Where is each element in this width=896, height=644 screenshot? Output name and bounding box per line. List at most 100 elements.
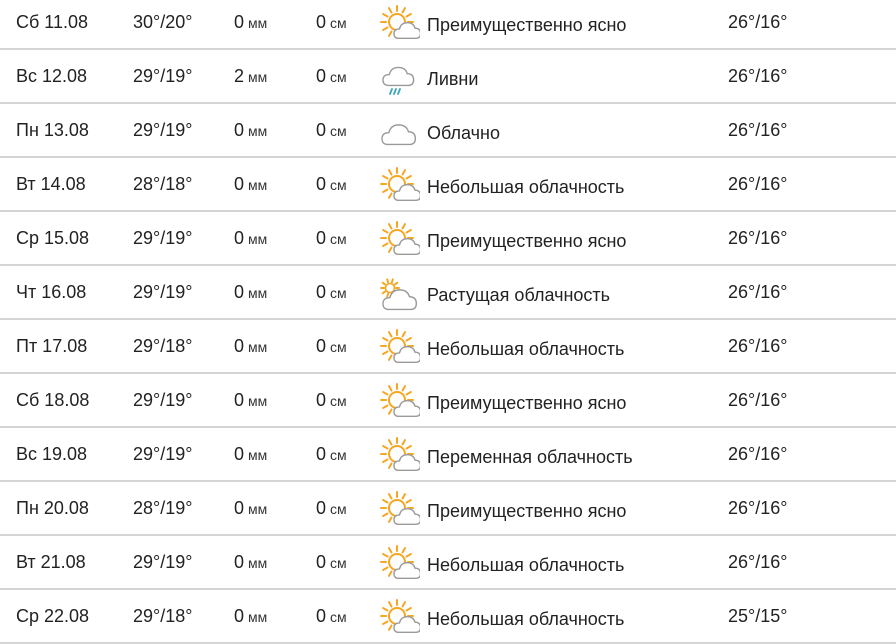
- sun-cloud-icon: [378, 544, 422, 584]
- snow-unit: см: [330, 285, 347, 301]
- climate-norm: 26°/16°: [728, 444, 788, 464]
- forecast-row: Сб 18.08 29°/19° 0 мм 0 см Преимущественно…: [0, 376, 896, 428]
- forecast-row: Ср 15.08 29°/19° 0 мм 0 см Преимущественно…: [0, 214, 896, 266]
- precipitation-snow: 0 см: [316, 442, 347, 467]
- precipitation-rain: 0 мм: [234, 550, 267, 575]
- precipitation-snow: 0 см: [316, 172, 347, 197]
- snow-unit: см: [330, 447, 347, 463]
- day-date: Вс 12.08: [16, 66, 88, 86]
- snow-value: 0: [316, 552, 327, 572]
- snow-value: 0: [316, 228, 327, 248]
- precipitation-rain: 0 мм: [234, 442, 267, 467]
- forecast-row: Чт 16.08 29°/19° 0 мм 0 см Растущая облачн…: [0, 268, 896, 320]
- forecast-row: Пт 17.08 29°/18° 0 мм 0 см Небольшая облач…: [0, 322, 896, 374]
- climate-norm: 26°/16°: [728, 120, 788, 140]
- sun-cloud-icon: [378, 598, 422, 638]
- temperature-max-min: 29°/19°: [133, 552, 193, 572]
- snow-unit: см: [330, 393, 347, 409]
- small-sun-cloud-icon: [378, 274, 420, 314]
- rain-value: 0: [234, 390, 245, 410]
- weather-description: Облачно: [427, 123, 500, 143]
- rain-unit: мм: [248, 15, 268, 31]
- temperature-max-min: 29°/19°: [133, 282, 193, 302]
- precipitation-snow: 0 см: [316, 496, 347, 521]
- rain-unit: мм: [248, 609, 268, 625]
- day-date: Сб 18.08: [16, 390, 90, 410]
- forecast-row: Вс 19.08 29°/19° 0 мм 0 см Переменная обла…: [0, 430, 896, 482]
- sun-cloud-icon: [378, 436, 422, 476]
- weather-description: Преимущественно ясно: [427, 501, 627, 521]
- snow-unit: см: [330, 123, 347, 139]
- day-date: Ср 15.08: [16, 228, 90, 248]
- rain-value: 0: [234, 228, 245, 248]
- rain-value: 2: [234, 66, 245, 86]
- climate-norm: 25°/15°: [728, 606, 788, 626]
- forecast-row: Сб 11.08 30°/20° 0 мм 0 см Преимущественно…: [0, 0, 896, 50]
- rain-unit: мм: [248, 231, 268, 247]
- precipitation-snow: 0 см: [316, 226, 347, 251]
- rain-unit: мм: [248, 339, 268, 355]
- temperature-max-min: 29°/19°: [133, 444, 193, 464]
- rain-unit: мм: [248, 123, 268, 139]
- precipitation-snow: 0 см: [316, 604, 347, 629]
- precipitation-rain: 0 мм: [234, 172, 267, 197]
- sun-cloud-icon: [378, 4, 422, 44]
- rain-unit: мм: [248, 447, 268, 463]
- cloud-icon: [378, 112, 420, 152]
- weather-description: Небольшая облачность: [427, 609, 625, 629]
- climate-norm: 26°/16°: [728, 282, 788, 302]
- climate-norm: 26°/16°: [728, 228, 788, 248]
- precipitation-rain: 0 мм: [234, 280, 267, 305]
- weather-description: Преимущественно ясно: [427, 15, 627, 35]
- temperature-max-min: 29°/18°: [133, 606, 193, 626]
- rain-cloud-icon: [378, 58, 420, 98]
- rain-value: 0: [234, 174, 245, 194]
- day-date: Вс 19.08: [16, 444, 88, 464]
- precipitation-snow: 0 см: [316, 550, 347, 575]
- forecast-row: Вс 12.08 29°/19° 2 мм 0 см Ливни 26°/16°: [0, 52, 896, 104]
- temperature-max-min: 29°/19°: [133, 120, 193, 140]
- rain-unit: мм: [248, 393, 268, 409]
- climate-norm: 26°/16°: [728, 498, 788, 518]
- precipitation-rain: 2 мм: [234, 64, 267, 89]
- snow-value: 0: [316, 282, 327, 302]
- rain-value: 0: [234, 336, 245, 356]
- snow-value: 0: [316, 174, 327, 194]
- climate-norm: 26°/16°: [728, 12, 788, 32]
- forecast-table: Сб 11.08 30°/20° 0 мм 0 см Преимущественно…: [0, 0, 896, 644]
- temperature-max-min: 28°/19°: [133, 498, 193, 518]
- sun-cloud-icon: [378, 166, 422, 206]
- precipitation-snow: 0 см: [316, 334, 347, 359]
- day-date: Вт 14.08: [16, 174, 86, 194]
- snow-value: 0: [316, 390, 327, 410]
- weather-description: Преимущественно ясно: [427, 231, 627, 251]
- rain-value: 0: [234, 444, 245, 464]
- forecast-row: Ср 22.08 29°/18° 0 мм 0 см Небольшая облач…: [0, 592, 896, 644]
- rain-value: 0: [234, 552, 245, 572]
- snow-value: 0: [316, 120, 327, 140]
- temperature-max-min: 29°/18°: [133, 336, 193, 356]
- rain-unit: мм: [248, 69, 268, 85]
- precipitation-rain: 0 мм: [234, 226, 267, 251]
- temperature-max-min: 29°/19°: [133, 66, 193, 86]
- sun-cloud-icon: [378, 220, 422, 260]
- rain-unit: мм: [248, 285, 268, 301]
- snow-unit: см: [330, 555, 347, 571]
- forecast-row: Вт 21.08 29°/19° 0 мм 0 см Небольшая облач…: [0, 538, 896, 590]
- rain-value: 0: [234, 282, 245, 302]
- forecast-row: Вт 14.08 28°/18° 0 мм 0 см Небольшая облач…: [0, 160, 896, 212]
- precipitation-snow: 0 см: [316, 118, 347, 143]
- snow-unit: см: [330, 609, 347, 625]
- snow-value: 0: [316, 498, 327, 518]
- weather-description: Преимущественно ясно: [427, 393, 627, 413]
- snow-value: 0: [316, 66, 327, 86]
- rain-value: 0: [234, 606, 245, 626]
- temperature-max-min: 29°/19°: [133, 228, 193, 248]
- climate-norm: 26°/16°: [728, 336, 788, 356]
- precipitation-rain: 0 мм: [234, 118, 267, 143]
- temperature-max-min: 30°/20°: [133, 12, 193, 32]
- temperature-max-min: 28°/18°: [133, 174, 193, 194]
- snow-unit: см: [330, 177, 347, 193]
- day-date: Сб 11.08: [16, 12, 89, 32]
- snow-value: 0: [316, 606, 327, 626]
